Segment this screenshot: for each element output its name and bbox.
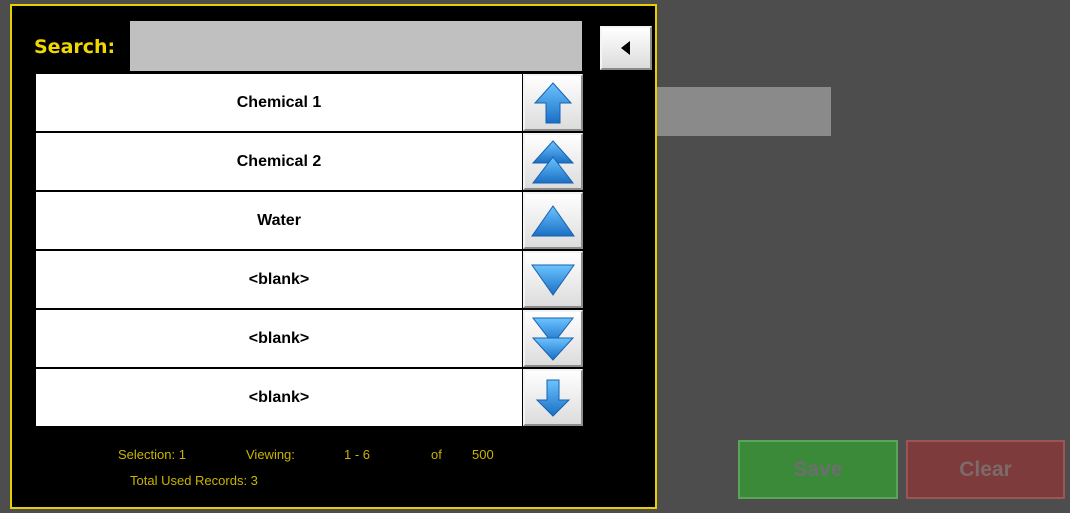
list-item[interactable]: <blank> bbox=[36, 310, 522, 369]
selection-status: Selection: 1 bbox=[118, 447, 186, 462]
triangle-up-icon bbox=[531, 204, 575, 236]
list-item[interactable]: Water bbox=[36, 192, 522, 251]
line-up-button[interactable] bbox=[523, 192, 583, 249]
clear-button[interactable]: Clear bbox=[906, 440, 1065, 499]
triangle-left-icon bbox=[621, 41, 630, 55]
record-list: Chemical 1 Chemical 2 Water <blank> <bla… bbox=[36, 74, 522, 428]
triangle-down-icon bbox=[531, 264, 575, 296]
viewing-range: 1 - 6 bbox=[344, 447, 371, 462]
selection-panel: Search: Chemical 1 Chemical 2 Water <bla… bbox=[10, 4, 657, 509]
list-item[interactable]: <blank> bbox=[36, 251, 522, 310]
search-input[interactable] bbox=[130, 21, 582, 71]
list-item[interactable]: <blank> bbox=[36, 369, 522, 428]
arrow-up-icon bbox=[533, 81, 573, 123]
save-button[interactable]: Save bbox=[738, 440, 898, 499]
viewing-label: Viewing: bbox=[246, 447, 295, 462]
screen: Search: Chemical 1 Chemical 2 Water <bla… bbox=[0, 0, 1070, 513]
list-item[interactable]: Chemical 1 bbox=[36, 74, 522, 133]
arrow-down-icon bbox=[535, 379, 571, 417]
double-triangle-up-icon bbox=[531, 139, 575, 183]
line-down-button[interactable] bbox=[523, 251, 583, 308]
total-used-records: Total Used Records: 3 bbox=[130, 473, 258, 488]
of-label: of bbox=[431, 447, 442, 462]
scroll-buttons bbox=[523, 74, 583, 428]
page-up-button[interactable] bbox=[523, 133, 583, 190]
search-label: Search: bbox=[34, 36, 116, 58]
double-triangle-down-icon bbox=[531, 317, 575, 361]
collapse-button[interactable] bbox=[600, 26, 652, 70]
scroll-bottom-button[interactable] bbox=[523, 369, 583, 426]
scroll-top-button[interactable] bbox=[523, 74, 583, 131]
total-records: 500 bbox=[472, 447, 494, 462]
page-down-button[interactable] bbox=[523, 310, 583, 367]
list-item[interactable]: Chemical 2 bbox=[36, 133, 522, 192]
background-field bbox=[650, 87, 831, 136]
